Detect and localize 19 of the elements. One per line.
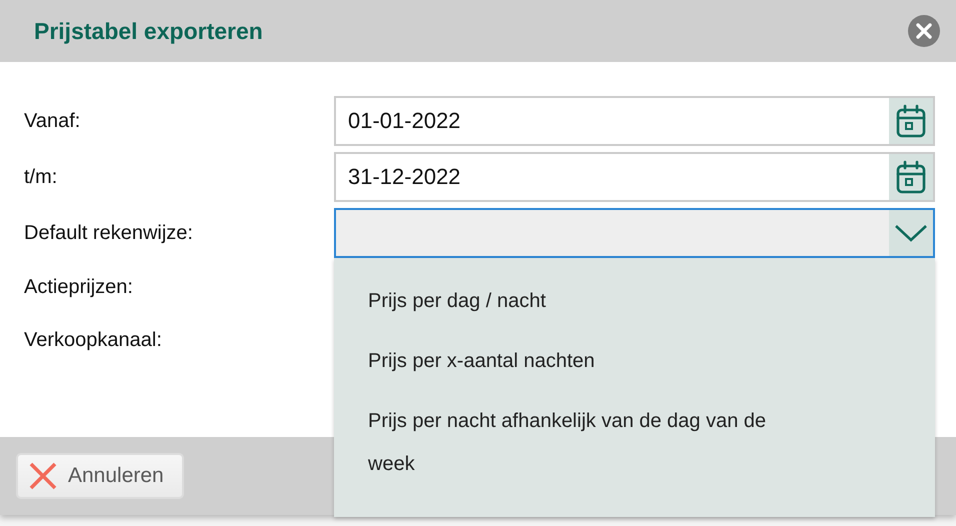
dropdown-option[interactable]: Prijs per dag / nacht: [368, 280, 808, 340]
date-field[interactable]: 31-12-2022: [334, 152, 935, 202]
calendar-icon: [895, 159, 927, 195]
dropdown-option[interactable]: Prijs per nacht afhankelijk van de dag van de week: [368, 400, 808, 503]
field-label: Default rekenwijze:: [24, 222, 194, 244]
select-field[interactable]: [334, 208, 935, 258]
date-field[interactable]: 01-01-2022: [334, 96, 935, 146]
close-icon: [915, 22, 933, 40]
calendar-icon: [895, 103, 927, 139]
close-button[interactable]: [908, 15, 940, 47]
field-label: Verkoopkanaal:: [24, 329, 163, 352]
cross-icon: [28, 461, 58, 491]
dropdown-option[interactable]: Prijs per x-aantal nachten: [368, 340, 808, 400]
field-label: Actieprijzen:: [24, 276, 134, 299]
cancel-button[interactable]: Annuleren: [16, 453, 184, 499]
chevron-down-icon: [894, 224, 928, 242]
field-label: t/m:: [24, 166, 58, 188]
dialog-title: Prijstabel exporteren: [34, 18, 263, 44]
field-label: Vanaf:: [24, 110, 82, 132]
